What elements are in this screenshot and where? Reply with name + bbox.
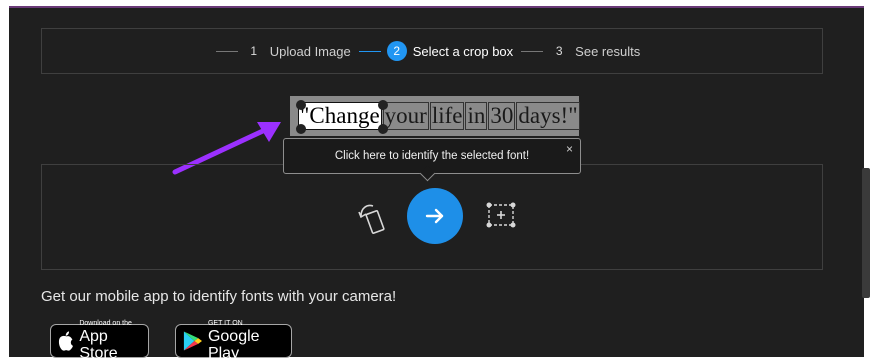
step-connector [358, 50, 381, 52]
google-play-icon [183, 331, 203, 351]
appstore-big-text: App Store [79, 328, 118, 362]
crop-handle-top-left[interactable] [296, 100, 306, 110]
step-number: 3 [555, 44, 563, 58]
step-3[interactable]: 3 See results [521, 41, 648, 61]
word-box-selected[interactable]: "Change [298, 102, 382, 130]
tooltip-text: Click here to identify the selected font… [334, 150, 530, 162]
word-box[interactable]: days!" [516, 102, 580, 130]
step-1[interactable]: 1 Upload Image [215, 41, 359, 61]
word-box[interactable]: in [465, 102, 488, 130]
step-connector [521, 50, 544, 52]
step-2[interactable]: 2 Select a crop box [358, 41, 521, 61]
word-box[interactable]: life [429, 102, 465, 130]
appstore-small-text: Download on the [79, 320, 132, 327]
scrollbar[interactable] [862, 168, 870, 298]
uploaded-image-crop-area[interactable]: "Change your life in 30 days!" [290, 96, 580, 136]
identify-font-tooltip[interactable]: Click here to identify the selected font… [283, 138, 581, 182]
step-number: 1 [250, 44, 258, 58]
app-frame: 1 Upload Image 2 Select a crop box 3 See… [9, 6, 870, 362]
tooltip-close-icon[interactable]: × [566, 142, 573, 156]
crop-box-icon[interactable] [485, 201, 517, 231]
apple-icon [58, 331, 73, 351]
crop-handle-top-right[interactable] [378, 100, 388, 110]
google-play-button[interactable]: GET IT ON Google Play [175, 320, 292, 362]
crop-tools-panel [41, 164, 823, 270]
step-label: Select a crop box [412, 43, 514, 59]
arrow-right-icon [425, 208, 444, 224]
gplay-small-text: GET IT ON [207, 320, 243, 327]
crop-handle-bottom-right[interactable] [378, 124, 388, 134]
step-label: See results [575, 43, 641, 59]
word-box[interactable]: your [382, 102, 429, 130]
app-store-button[interactable]: Download on the App Store [50, 320, 149, 362]
mobile-app-promo: Get our mobile app to identify fonts wit… [41, 288, 397, 305]
crop-handle-bottom-left[interactable] [296, 124, 306, 134]
word-box[interactable]: 30 [488, 102, 516, 130]
step-progress: 1 Upload Image 2 Select a crop box 3 See… [41, 28, 823, 74]
step-number: 2 [386, 41, 407, 61]
identify-font-button[interactable] [407, 188, 463, 244]
step-connector [215, 50, 238, 52]
rotate-icon[interactable] [357, 202, 387, 238]
gplay-big-text: Google Play [207, 328, 260, 362]
step-label: Upload Image [269, 43, 351, 59]
